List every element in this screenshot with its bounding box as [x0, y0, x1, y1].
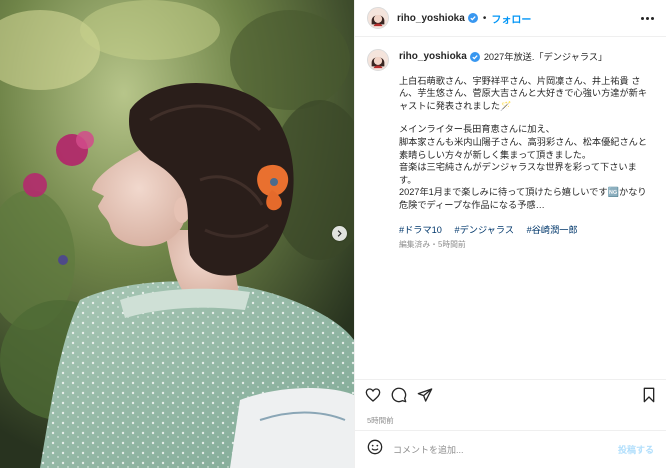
share-icon[interactable]	[417, 387, 433, 403]
hashtags: #ドラマ10 #デンジャラス #谷崎潤一郎	[399, 224, 654, 237]
next-arrow-icon[interactable]	[332, 226, 347, 241]
hashtag-link[interactable]: #谷崎潤一郎	[527, 225, 578, 235]
post-timestamp: 5時間前	[367, 415, 394, 425]
caption-username[interactable]: riho_yoshioka	[399, 51, 467, 64]
comment-bar: 投稿する	[355, 430, 666, 468]
bookmark-icon[interactable]	[642, 387, 656, 403]
caption: riho_yoshioka 2027年放送.「デンジャラス」 上白石萌歌さん、宇…	[399, 51, 654, 252]
post-header: riho_yoshioka • フォロー	[355, 0, 666, 37]
kimono-woman-photo	[0, 0, 354, 468]
caption-meta: 編集済み・5時間前	[399, 240, 466, 250]
hashtag-link[interactable]: #デンジャラス	[454, 225, 514, 235]
verified-icon	[469, 52, 480, 63]
emoji-icon[interactable]	[367, 439, 383, 460]
hashtag-link[interactable]: #ドラマ10	[399, 225, 442, 235]
post-photo[interactable]	[0, 0, 354, 468]
post-comment-button[interactable]: 投稿する	[618, 443, 654, 456]
action-bar	[355, 379, 666, 410]
separator-dot: •	[482, 12, 487, 24]
more-icon[interactable]	[641, 16, 654, 20]
caption-paragraph: 上白石萌歌さん、宇野祥平さん、片岡凜さん、井上祐貴 さん、芋生悠さん、菅原大吉さ…	[399, 75, 648, 111]
username[interactable]: riho_yoshioka	[397, 13, 465, 24]
comment-icon[interactable]	[391, 387, 407, 403]
avatar[interactable]	[367, 7, 389, 29]
post-side-panel: riho_yoshioka • フォロー riho_yoshioka 2027年…	[354, 0, 666, 468]
caption-title: 2027年放送.「デンジャラス」	[483, 52, 608, 62]
follow-button[interactable]: フォロー	[491, 11, 531, 26]
caption-avatar[interactable]	[367, 49, 389, 71]
heart-icon[interactable]	[365, 387, 381, 403]
instagram-post: riho_yoshioka • フォロー riho_yoshioka 2027年…	[0, 0, 666, 468]
verified-icon	[467, 13, 478, 23]
comment-input[interactable]	[391, 443, 618, 456]
caption-paragraph: メインライター長田育恵さんに加え、 脚本家さんも米内山陽子さん、高羽彩さん、松本…	[399, 124, 648, 210]
caption-area: riho_yoshioka 2027年放送.「デンジャラス」 上白石萌歌さん、宇…	[355, 37, 666, 379]
